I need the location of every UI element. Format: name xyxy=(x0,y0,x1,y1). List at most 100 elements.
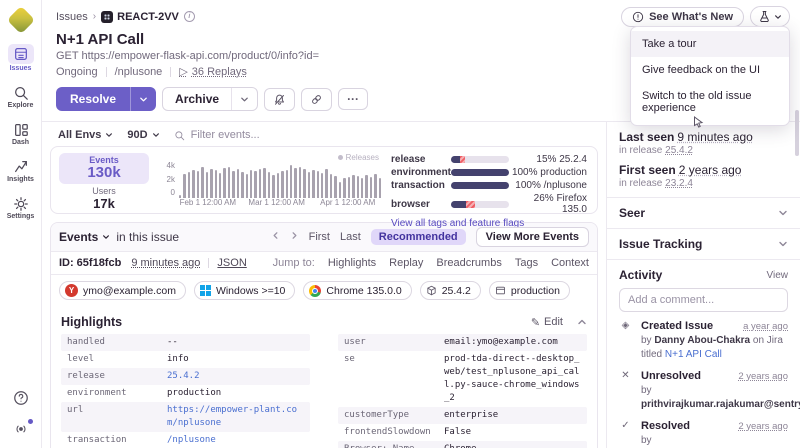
archive-dropdown[interactable] xyxy=(231,88,257,110)
os-tag-chip[interactable]: Windows >=10 xyxy=(193,281,296,300)
view-more-events-button[interactable]: View More Events xyxy=(475,227,589,247)
jira-issue-link[interactable]: N+1 API Call xyxy=(665,349,722,360)
environment-tag-chip[interactable]: production xyxy=(488,281,570,300)
chevron-left-icon xyxy=(273,232,278,239)
sentry-logo-icon[interactable] xyxy=(6,5,35,35)
info-icon[interactable]: i xyxy=(183,11,195,22)
chart-bar xyxy=(378,177,382,198)
seer-section-toggle[interactable]: Seer xyxy=(619,206,788,220)
prev-event-button[interactable] xyxy=(271,231,280,243)
recommended-event-tab[interactable]: Recommended xyxy=(370,229,466,245)
first-event-link[interactable]: First xyxy=(309,231,330,243)
jump-breadcrumbs[interactable]: Breadcrumbs xyxy=(436,257,501,269)
broadcast-button[interactable] xyxy=(13,419,33,442)
release-tag-chip[interactable]: 25.4.2 xyxy=(419,281,481,300)
resolve-button[interactable]: Resolve xyxy=(56,87,157,111)
header-dropdown-menu: Take a tour Give feedback on the UI Swit… xyxy=(630,26,790,128)
environment-filter[interactable]: All Envs xyxy=(58,129,113,141)
menu-item-give-feedback[interactable]: Give feedback on the UI xyxy=(631,57,789,83)
sidebar-item-insights[interactable]: Insights xyxy=(7,159,34,183)
windows-icon xyxy=(199,285,211,296)
sidebar-item-explore[interactable]: Explore xyxy=(8,85,33,109)
menu-item-take-a-tour[interactable]: Take a tour xyxy=(631,31,789,57)
transaction-name[interactable]: /nplusone xyxy=(115,66,163,78)
releases-toggle[interactable]: Releases xyxy=(337,153,379,162)
edit-highlights-button[interactable]: ✎ Edit xyxy=(531,316,563,329)
resolve-dropdown[interactable] xyxy=(130,87,156,111)
url-link[interactable]: https://empower-plant.com/nplusone xyxy=(167,404,304,430)
jump-context[interactable]: Context xyxy=(551,257,589,269)
archive-button[interactable]: Archive xyxy=(162,87,259,111)
comment-box[interactable] xyxy=(619,288,788,312)
activity-time[interactable]: 2 years ago xyxy=(738,421,788,432)
left-sidebar: Issues Explore Dash Insights Settings xyxy=(0,0,42,448)
next-event-button[interactable] xyxy=(290,231,299,243)
chart-bar xyxy=(316,171,319,198)
chart-bar xyxy=(285,170,288,198)
chart-bar xyxy=(201,167,204,198)
collapse-highlights-button[interactable] xyxy=(577,317,587,327)
tag-bar[interactable] xyxy=(451,156,509,163)
comment-input[interactable] xyxy=(628,294,779,306)
chart-bars[interactable] xyxy=(179,161,382,198)
ui-experiment-button[interactable] xyxy=(750,6,790,27)
activity-view-link[interactable]: View xyxy=(767,270,789,281)
cursor-icon xyxy=(693,116,704,131)
release-version-link[interactable]: 23.2.4 xyxy=(665,178,693,189)
activity-time[interactable]: a year ago xyxy=(743,321,788,332)
event-timestamp[interactable]: 9 minutes ago xyxy=(131,257,200,269)
release-version-link[interactable]: 25.4.2 xyxy=(665,145,693,156)
issue-tracking-toggle[interactable]: Issue Tracking xyxy=(619,237,788,251)
app-root: Issues Explore Dash Insights Settings Is… xyxy=(0,0,800,448)
activity-time[interactable]: 2 years ago xyxy=(738,371,788,382)
whats-new-button[interactable]: See What's New xyxy=(621,6,744,27)
chart-bar xyxy=(218,172,222,198)
tag-bar[interactable] xyxy=(451,182,509,189)
chart-bar xyxy=(232,171,235,198)
event-id[interactable]: 65f18fcb xyxy=(77,257,122,269)
breadcrumb-project[interactable]: REACT-2VV i xyxy=(101,10,195,23)
dashboard-icon xyxy=(12,122,29,138)
jump-tags[interactable]: Tags xyxy=(515,257,538,269)
status-badge[interactable]: Ongoing xyxy=(56,66,98,78)
jump-highlights[interactable]: Highlights xyxy=(328,257,376,269)
tag-bar[interactable] xyxy=(451,200,509,208)
chart-bar xyxy=(338,182,342,198)
menu-item-switch-old[interactable]: Switch to the old issue experience xyxy=(631,83,789,121)
first-seen: First seen 2 years ago xyxy=(619,163,742,177)
breadcrumb-issues[interactable]: Issues xyxy=(56,11,88,23)
search-icon xyxy=(174,130,184,140)
sidebar-item-dash[interactable]: Dash xyxy=(12,122,29,146)
users-stat-tab[interactable]: Users 17k xyxy=(59,186,149,211)
help-button[interactable] xyxy=(13,390,29,411)
browser-tag-chip[interactable]: Chrome 135.0.0 xyxy=(303,281,412,300)
release-link[interactable]: 25.4.2 xyxy=(167,370,304,383)
event-json-link[interactable]: JSON xyxy=(217,257,246,269)
replays-link[interactable]: ▷ 36 Replays xyxy=(179,65,247,79)
chevron-down-icon xyxy=(241,97,248,101)
more-actions-button[interactable]: ··· xyxy=(338,88,369,110)
link-button[interactable] xyxy=(301,87,333,111)
last-seen-time[interactable]: 9 minutes ago xyxy=(677,130,752,144)
sidebar-item-issues[interactable]: Issues xyxy=(7,44,34,72)
last-seen-release: in release 25.4.2 xyxy=(619,145,693,156)
user-tag-chip[interactable]: Y ymo@example.com xyxy=(59,281,186,300)
chart-bar xyxy=(241,172,244,198)
tag-bar[interactable] xyxy=(451,169,509,176)
jump-replay[interactable]: Replay xyxy=(389,257,423,269)
chart-bar xyxy=(196,171,200,198)
transaction-link[interactable]: /nplusone xyxy=(167,434,304,447)
chart-bar xyxy=(236,169,240,198)
events-stat-tab[interactable]: Events 130k xyxy=(59,153,149,184)
search-input[interactable] xyxy=(190,129,391,141)
sidebar-item-settings[interactable]: Settings xyxy=(7,196,34,220)
mute-button[interactable] xyxy=(264,87,296,111)
filter-events-search[interactable] xyxy=(174,129,596,141)
events-dropdown[interactable]: Events xyxy=(59,230,110,244)
first-seen-time[interactable]: 2 years ago xyxy=(679,163,742,177)
link-icon xyxy=(312,94,321,104)
date-range-filter[interactable]: 90D xyxy=(127,129,159,141)
highlights-title: Highlights xyxy=(61,315,123,329)
scrollbar-thumb[interactable] xyxy=(795,110,799,156)
last-event-link[interactable]: Last xyxy=(340,231,361,243)
